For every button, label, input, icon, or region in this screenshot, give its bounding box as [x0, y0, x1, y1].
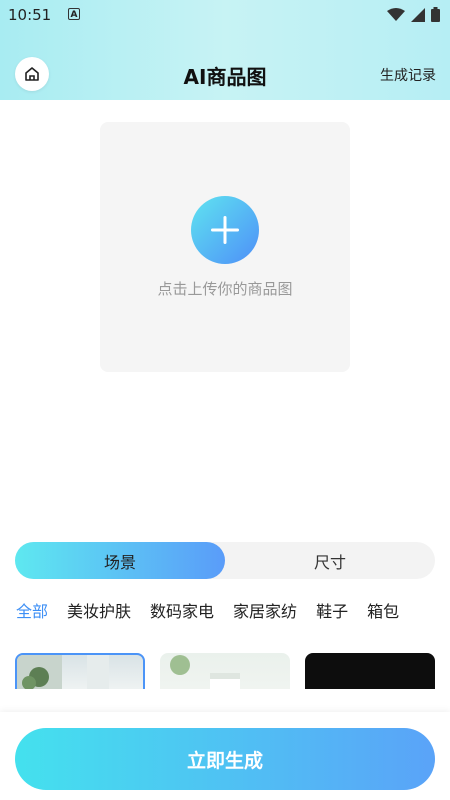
category-tab-all[interactable]: 全部: [16, 594, 48, 630]
scene-thumbnail[interactable]: [305, 653, 435, 689]
scene-thumbnail[interactable]: [160, 653, 290, 689]
status-icons: [387, 7, 440, 22]
upload-hint: 点击上传你的商品图: [157, 280, 293, 298]
upload-area[interactable]: 点击上传你的商品图: [100, 122, 350, 372]
segment-scene[interactable]: 场景: [15, 542, 225, 579]
table-scene-image: [170, 655, 240, 689]
category-tab-label: 全部: [16, 602, 49, 621]
category-tab-home[interactable]: 家居家纺: [233, 594, 297, 630]
category-tab-beauty[interactable]: 美妆护肤: [67, 594, 131, 630]
segment-size[interactable]: 尺寸: [225, 542, 435, 579]
plus-icon: [211, 216, 239, 244]
scene-thumbnails: [15, 653, 450, 689]
add-image-button[interactable]: [191, 196, 259, 264]
a-badge-icon: A: [68, 8, 80, 20]
status-time: 10:51: [8, 6, 52, 24]
category-tab-shoes[interactable]: 鞋子: [316, 594, 348, 630]
app-header: AI商品图 生成记录: [0, 55, 450, 95]
bottom-action-bar: 立即生成: [0, 712, 450, 800]
category-tab-digital[interactable]: 数码家电: [150, 594, 214, 630]
history-link[interactable]: 生成记录: [380, 65, 436, 85]
mode-segment: 场景 尺寸: [15, 542, 435, 579]
wifi-icon: [387, 7, 405, 21]
signal-icon: [411, 7, 425, 22]
battery-icon: [431, 7, 440, 22]
plant-scene-image: [17, 655, 109, 689]
category-tabs: 全部 美妆护肤 数码家电 家居家纺 鞋子 箱包: [0, 594, 450, 630]
category-tab-bags[interactable]: 箱包: [367, 594, 399, 630]
scene-thumbnail[interactable]: [15, 653, 145, 689]
status-bar: 10:51 A: [0, 0, 450, 30]
generate-button[interactable]: 立即生成: [15, 728, 435, 790]
